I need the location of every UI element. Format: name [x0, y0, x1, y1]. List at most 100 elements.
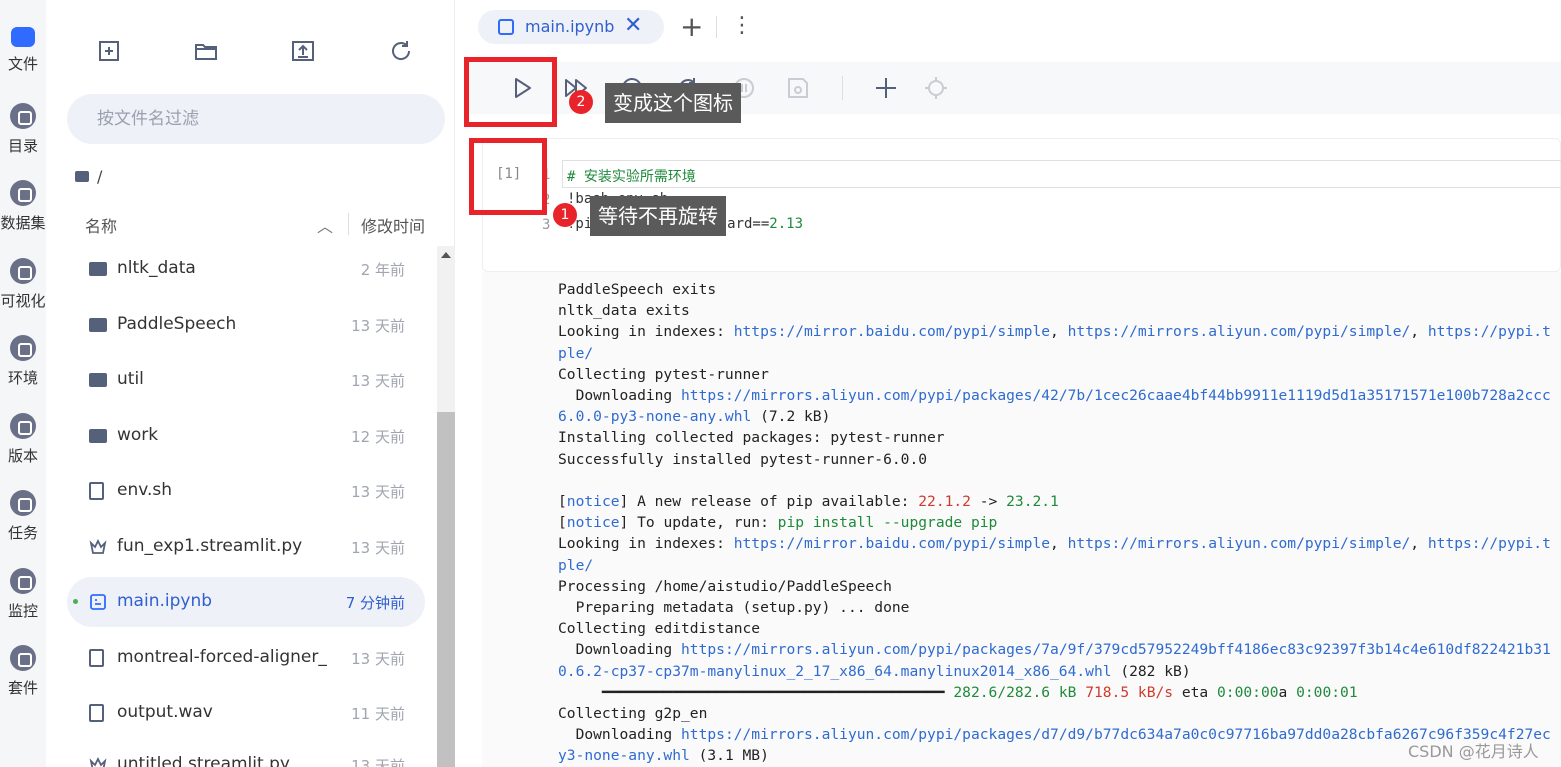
annotation-tooltip: 等待不再旋转	[590, 196, 726, 236]
file-name: PaddleSpeech	[117, 314, 237, 334]
breadcrumb[interactable]: /	[75, 167, 102, 186]
code-line[interactable]: # 安装实验所需环境	[567, 166, 696, 186]
file-row[interactable]: montreal-forced-aligner_li 13 天前	[67, 633, 425, 683]
list-icon	[10, 103, 36, 129]
rail-item-suite[interactable]: 套件	[0, 645, 46, 698]
code-number: 2.13	[769, 216, 804, 232]
output-line: 0.6.2-cp37-cp37m-manylinux_2_17_x86_64.m…	[558, 662, 1191, 680]
modified-dot	[73, 599, 78, 604]
rail-label: 监控	[7, 602, 38, 620]
file-list-scrollbar[interactable]	[437, 246, 455, 767]
output-link[interactable]: https://pypi.t	[1428, 323, 1551, 340]
new-tab-button[interactable]: +	[680, 10, 703, 44]
output-line: y3-none-any.whl (3.1 MB)	[558, 747, 769, 765]
rail-item-datasets[interactable]: 数据集	[0, 180, 46, 233]
progress-line: ━━━━━━━━━━━━━━━━━━━━━━━━━━━━━━━━━━━━━━━ …	[558, 683, 1358, 701]
upload-button[interactable]	[290, 38, 316, 64]
more-options-icon[interactable]: ⋮	[731, 12, 753, 40]
file-row[interactable]: fun_exp1.streamlit.py 13 天前	[67, 522, 425, 572]
output-link[interactable]: https://mirror.baidu.com/pypi/simple	[734, 535, 1050, 552]
crown-icon	[89, 756, 107, 767]
rail-label: 文件	[7, 55, 38, 73]
scrollbar-thumb[interactable]	[437, 412, 455, 767]
output-link[interactable]: https://mirrors.aliyun.com/pypi/simple/	[1068, 323, 1411, 340]
output-link[interactable]: 6.0.0-py3-none-any.whl	[558, 408, 751, 425]
rail-item-monitor[interactable]: 监控	[0, 568, 46, 621]
folder-icon	[89, 373, 107, 387]
rail-item-tasks[interactable]: 任务	[0, 490, 46, 543]
output-link[interactable]: y3-none-any.whl	[558, 747, 690, 764]
tab-main-ipynb[interactable]: main.ipynb ✕	[478, 10, 664, 44]
output-line: Collecting pytest-runner	[558, 365, 769, 383]
output-link[interactable]: https://mirrors.aliyun.com/pypi/packages…	[681, 387, 1551, 404]
annotation-box-exec-count	[469, 138, 547, 215]
file-row[interactable]: untitled.streamlit.py 13 天前	[67, 740, 425, 767]
folder-icon	[75, 171, 89, 182]
file-name: untitled.streamlit.py	[117, 754, 290, 767]
column-modified-time[interactable]: 修改时间	[361, 213, 425, 237]
active-line-highlight	[562, 160, 1561, 188]
file-time: 11 天前	[351, 705, 405, 723]
output-line: Installing collected packages: pytest-ru…	[558, 429, 945, 447]
file-row-selected[interactable]: main.ipynb 7 分钟前	[67, 577, 425, 627]
watermark: CSDN @花月诗人	[1408, 742, 1539, 761]
file-name: work	[117, 425, 159, 445]
sort-ascending-icon[interactable]: ︿	[317, 213, 333, 237]
output-link[interactable]: https://mirrors.aliyun.com/pypi/simple/	[1068, 535, 1411, 552]
refresh-button[interactable]	[388, 38, 414, 64]
upload-icon	[292, 41, 314, 61]
file-time: 13 天前	[351, 372, 405, 390]
new-file-button[interactable]	[96, 38, 122, 64]
new-folder-button[interactable]	[193, 38, 219, 64]
rail-label: 环境	[7, 369, 38, 387]
locate-cell-button[interactable]	[922, 74, 950, 102]
file-icon	[89, 704, 104, 722]
file-row[interactable]: PaddleSpeech 13 天前	[67, 300, 425, 350]
output-line: Preparing metadata (setup.py) ... done	[558, 599, 910, 617]
annotation-box-run-button	[464, 57, 557, 127]
output-link[interactable]: https://pypi.t	[1428, 535, 1551, 552]
version-icon	[10, 413, 36, 439]
save-button[interactable]	[784, 74, 812, 102]
rail-item-version[interactable]: 版本	[0, 413, 46, 466]
output-link[interactable]: ple/	[558, 557, 593, 574]
output-link[interactable]: ple/	[558, 345, 593, 362]
column-name[interactable]: 名称	[85, 213, 117, 237]
file-name: output.wav	[117, 702, 213, 722]
output-line: Successfully installed pytest-runner-6.0…	[558, 450, 928, 468]
output-line: Processing /home/aistudio/PaddleSpeech	[558, 577, 892, 595]
column-divider	[348, 213, 349, 235]
crown-icon	[89, 538, 107, 554]
crosshair-icon	[925, 77, 947, 99]
file-row[interactable]: nltk_data 2 年前	[67, 244, 425, 294]
rail-item-environment[interactable]: 环境	[0, 335, 46, 388]
rail-label: 可视化	[0, 292, 46, 310]
annotation-badge: 1	[553, 203, 577, 227]
rail-item-files[interactable]: 文件	[0, 24, 46, 74]
output-text[interactable]: PaddleSpeech exits nltk_data exits Looki…	[558, 279, 1551, 767]
file-row[interactable]: work 12 天前	[67, 411, 425, 461]
rail-label: 套件	[7, 679, 38, 697]
file-row[interactable]: output.wav 11 天前	[67, 688, 425, 738]
add-cell-button[interactable]	[872, 74, 900, 102]
file-time: 13 天前	[351, 650, 405, 668]
output-link[interactable]: 0.6.2-cp37-cp37m-manylinux_2_17_x86_64.m…	[558, 663, 1112, 680]
file-row[interactable]: util 13 天前	[67, 355, 425, 405]
rail-item-contents[interactable]: 目录	[0, 103, 46, 156]
chart-icon	[10, 258, 36, 284]
notebook-icon	[498, 19, 514, 35]
close-icon[interactable]: ✕	[624, 13, 642, 38]
output-link[interactable]: https://mirrors.aliyun.com/pypi/packages…	[681, 641, 1551, 658]
scroll-up-arrow-icon[interactable]	[441, 252, 451, 258]
file-list-header: 名称 ︿ 修改时间	[85, 213, 435, 237]
file-row[interactable]: env.sh 13 天前	[67, 466, 425, 516]
output-line: Looking in indexes: https://mirror.baidu…	[558, 535, 1551, 553]
file-time: 2 年前	[360, 261, 405, 279]
refresh-icon	[392, 41, 411, 60]
suite-icon	[10, 645, 36, 671]
file-filter-input[interactable]	[67, 94, 445, 144]
rail-item-visualization[interactable]: 可视化	[0, 258, 46, 311]
monitor-icon	[10, 568, 36, 594]
output-line: Looking in indexes: https://mirror.baidu…	[558, 323, 1551, 341]
output-link[interactable]: https://mirror.baidu.com/pypi/simple	[734, 323, 1050, 340]
